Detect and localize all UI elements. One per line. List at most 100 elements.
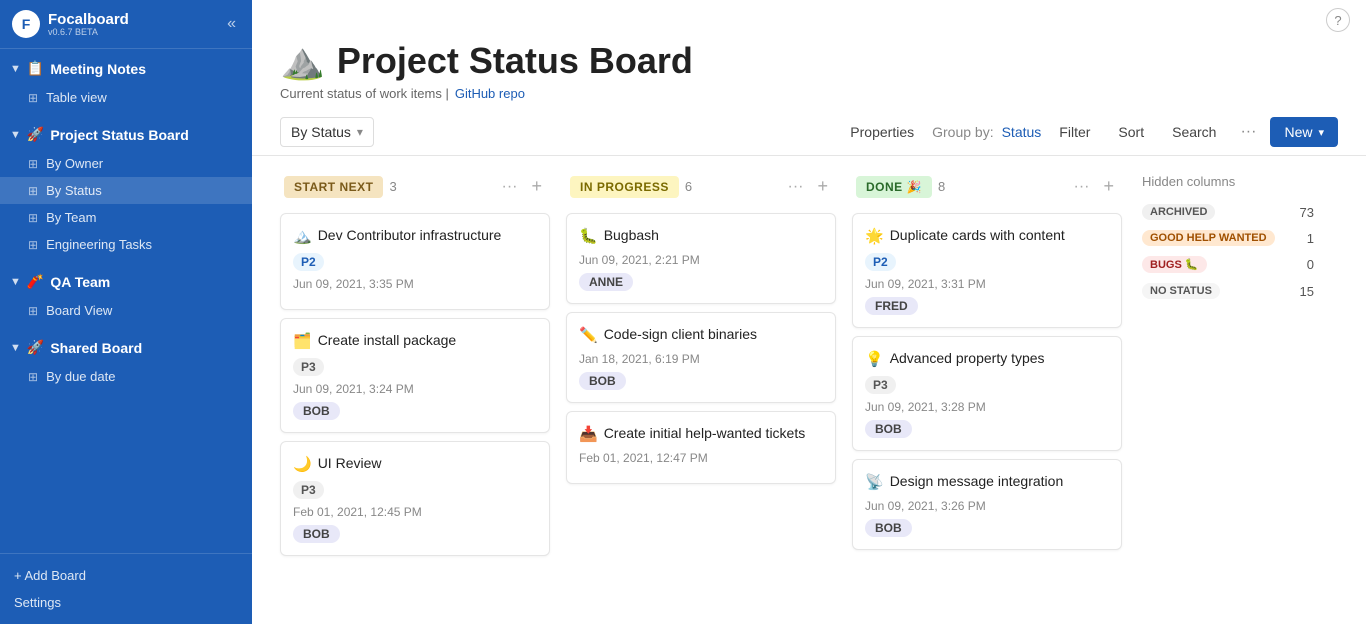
section-emoji-shared: 🚀: [27, 339, 44, 356]
hidden-col-item-bugs[interactable]: BUGS 🐛 0: [1138, 251, 1318, 278]
sidebar-section-header-project-status[interactable]: ▼ 🚀 Project Status Board: [0, 119, 252, 150]
logo-icon: F: [12, 10, 40, 38]
column-count-start-next: 3: [389, 179, 396, 194]
sidebar-footer: + Add Board Settings: [0, 553, 252, 624]
sidebar-item-by-team[interactable]: ⊞ By Team: [0, 204, 252, 231]
add-board-button[interactable]: + Add Board: [10, 562, 242, 589]
settings-button[interactable]: Settings: [10, 589, 242, 616]
section-label-shared: Shared Board: [50, 340, 142, 356]
sidebar-section-shared-board: ▼ 🚀 Shared Board ⊞ By due date: [0, 328, 252, 394]
sidebar-item-by-due-date[interactable]: ⊞ By due date: [0, 363, 252, 390]
hidden-col-count-no-status: 15: [1300, 284, 1314, 299]
sidebar-item-by-status[interactable]: ⊞ By Status: [0, 177, 252, 204]
card-c5[interactable]: ✏️ Code-sign client binaries Jan 18, 202…: [566, 312, 836, 403]
card-emoji-c8: 💡: [865, 349, 884, 370]
card-title-c3: 🌙 UI Review: [293, 454, 537, 475]
properties-button[interactable]: Properties: [840, 118, 924, 146]
card-assignee-c7: FRED: [865, 297, 918, 315]
sort-button[interactable]: Sort: [1108, 118, 1154, 146]
hidden-columns-title: Hidden columns: [1138, 174, 1318, 189]
help-button[interactable]: ?: [1326, 8, 1350, 32]
more-options-button[interactable]: ···: [1234, 119, 1262, 145]
grid-icon: ⊞: [28, 304, 38, 318]
sidebar-item-board-view[interactable]: ⊞ Board View: [0, 297, 252, 324]
sidebar-item-label: By Owner: [46, 156, 103, 171]
card-assignee-c2: BOB: [293, 402, 340, 420]
github-repo-link[interactable]: GitHub repo: [455, 86, 525, 101]
hidden-col-item-good-help-wanted[interactable]: GOOD HELP WANTED 1: [1138, 225, 1318, 251]
column-menu-in-progress[interactable]: ···: [784, 176, 808, 198]
sidebar-item-engineering-tasks[interactable]: ⊞ Engineering Tasks: [0, 231, 252, 258]
card-priority-c2: P3: [293, 358, 324, 376]
sidebar-section-header-shared-board[interactable]: ▼ 🚀 Shared Board: [0, 332, 252, 363]
sidebar-section-header-meeting-notes[interactable]: ▼ 📋 Meeting Notes: [0, 53, 252, 84]
hidden-col-badge-no-status: NO STATUS: [1142, 283, 1220, 299]
hidden-col-item-archived[interactable]: ARCHIVED 73: [1138, 199, 1318, 225]
card-date-c2: Jun 09, 2021, 3:24 PM: [293, 382, 537, 396]
sidebar-section-header-qa-team[interactable]: ▼ 🧨 QA Team: [0, 266, 252, 297]
card-c2[interactable]: 🗂️ Create install package P3Jun 09, 2021…: [280, 318, 550, 433]
sidebar-item-label: By Team: [46, 210, 96, 225]
card-priority-c3: P3: [293, 481, 324, 499]
column-add-done[interactable]: +: [1099, 174, 1118, 199]
hidden-col-item-no-status[interactable]: NO STATUS 15: [1138, 278, 1318, 304]
hidden-col-count-bugs: 0: [1307, 257, 1314, 272]
hidden-col-count-archived: 73: [1300, 205, 1314, 220]
grid-icon: ⊞: [28, 370, 38, 384]
group-by-value[interactable]: Status: [1002, 124, 1042, 140]
card-title-c5: ✏️ Code-sign client binaries: [579, 325, 823, 346]
new-label: New: [1284, 124, 1312, 140]
sidebar-header: F Focalboard v0.6.7 BETA «: [0, 0, 252, 49]
sidebar-item-table-view[interactable]: ⊞ Table view: [0, 84, 252, 111]
card-c8[interactable]: 💡 Advanced property types P3Jun 09, 2021…: [852, 336, 1122, 451]
sidebar-collapse-button[interactable]: «: [223, 11, 240, 37]
column-menu-start-next[interactable]: ···: [498, 176, 522, 198]
view-select-label: By Status: [291, 124, 351, 140]
card-c7[interactable]: 🌟 Duplicate cards with content P2Jun 09,…: [852, 213, 1122, 328]
card-title-c6: 📥 Create initial help-wanted tickets: [579, 424, 823, 445]
card-emoji-c4: 🐛: [579, 226, 598, 247]
card-assignee-c3: BOB: [293, 525, 340, 543]
section-label-qa: QA Team: [50, 274, 110, 290]
column-menu-done[interactable]: ···: [1070, 176, 1094, 198]
column-add-start-next[interactable]: +: [527, 174, 546, 199]
card-priority-c8: P3: [865, 376, 896, 394]
top-bar: ?: [252, 0, 1366, 32]
card-date-c4: Jun 09, 2021, 2:21 PM: [579, 253, 823, 267]
card-date-c5: Jan 18, 2021, 6:19 PM: [579, 352, 823, 366]
view-select-dropdown[interactable]: By Status ▾: [280, 117, 374, 147]
sidebar-item-label: Table view: [46, 90, 107, 105]
card-title-c1: 🏔️ Dev Contributor infrastructure: [293, 226, 537, 247]
hidden-columns-panel: Hidden columns ARCHIVED 73 GOOD HELP WAN…: [1138, 168, 1318, 310]
hidden-col-badge-good-help-wanted: GOOD HELP WANTED: [1142, 230, 1275, 246]
grid-icon: ⊞: [28, 184, 38, 198]
card-c3[interactable]: 🌙 UI Review P3 Feb 01, 2021, 12:45 PM BOB: [280, 441, 550, 556]
grid-icon: ⊞: [28, 238, 38, 252]
card-priority-c1: P2: [293, 253, 324, 271]
app-name: Focalboard: [48, 11, 129, 28]
column-count-done: 8: [938, 179, 945, 194]
card-c6[interactable]: 📥 Create initial help-wanted tickets Feb…: [566, 411, 836, 484]
card-date-c3: Feb 01, 2021, 12:45 PM: [293, 505, 537, 519]
column-add-in-progress[interactable]: +: [813, 174, 832, 199]
sidebar-item-label: Board View: [46, 303, 112, 318]
sidebar-item-label: By due date: [46, 369, 115, 384]
chevron-down-icon: ▼: [10, 129, 21, 141]
search-button[interactable]: Search: [1162, 118, 1226, 146]
hidden-col-count-good-help-wanted: 1: [1307, 231, 1314, 246]
settings-label: Settings: [14, 595, 61, 610]
new-card-button[interactable]: New ▾: [1270, 117, 1338, 147]
sidebar-item-by-owner[interactable]: ⊞ By Owner: [0, 150, 252, 177]
card-date-c1: Jun 09, 2021, 3:35 PM: [293, 277, 537, 291]
card-c1[interactable]: 🏔️ Dev Contributor infrastructure P2 Jun …: [280, 213, 550, 310]
filter-button[interactable]: Filter: [1049, 118, 1100, 146]
column-title-start-next: START NEXT: [284, 176, 383, 198]
section-emoji-qa: 🧨: [27, 273, 44, 290]
sidebar-item-label: By Status: [46, 183, 102, 198]
card-c9[interactable]: 📡 Design message integration Jun 09, 202…: [852, 459, 1122, 550]
section-emoji-meeting-notes: 📋: [27, 60, 44, 77]
logo: F Focalboard v0.6.7 BETA: [12, 10, 129, 38]
card-emoji-c6: 📥: [579, 424, 598, 445]
grid-icon: ⊞: [28, 211, 38, 225]
card-c4[interactable]: 🐛 Bugbash Jun 09, 2021, 2:21 PMANNE: [566, 213, 836, 304]
